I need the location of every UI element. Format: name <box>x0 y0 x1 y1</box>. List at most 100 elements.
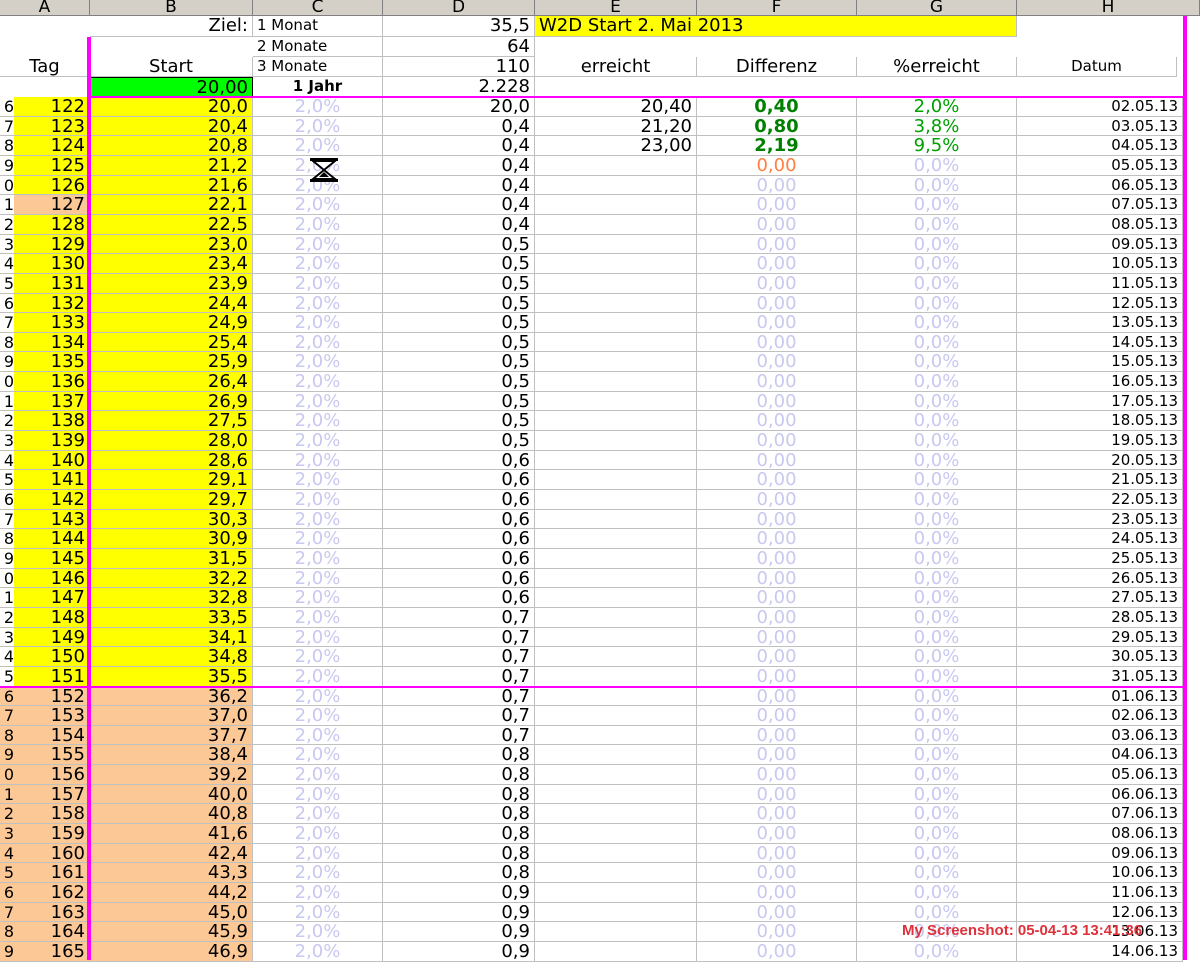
cell-date[interactable]: 24.05.13 <box>1017 529 1183 549</box>
row-number[interactable]: 5 <box>0 274 14 294</box>
cell-tag[interactable]: 156 <box>14 765 90 785</box>
cell-date[interactable]: 29.05.13 <box>1017 628 1183 647</box>
cell-g[interactable]: 0,0% <box>857 392 1017 411</box>
cell-pct[interactable]: 2,0% <box>253 274 383 294</box>
cell-e[interactable] <box>535 706 697 726</box>
cell-d[interactable]: 0,8 <box>383 804 535 824</box>
cell-g[interactable]: 0,0% <box>857 628 1017 647</box>
cell-d[interactable]: 0,5 <box>383 431 535 451</box>
cell-e[interactable] <box>535 667 697 687</box>
row-number[interactable]: 1 <box>0 195 14 215</box>
cell-date[interactable]: 23.05.13 <box>1017 510 1183 529</box>
cell-pct[interactable]: 2,0% <box>253 667 383 687</box>
cell-3-monate[interactable]: 3 Monate <box>253 57 383 77</box>
cell-f[interactable]: 0,00 <box>697 372 857 392</box>
cell-ziel-label[interactable]: Ziel: <box>90 16 253 37</box>
row-number[interactable]: 5 <box>0 470 14 490</box>
cell-tag[interactable]: 146 <box>14 569 90 588</box>
cell-tag[interactable]: 136 <box>14 372 90 392</box>
row-number[interactable]: 9 <box>0 549 14 569</box>
cell-f[interactable]: 0,00 <box>697 647 857 667</box>
cell-d[interactable]: 0,9 <box>383 883 535 903</box>
cell-pct[interactable]: 2,0% <box>253 451 383 470</box>
cell-e[interactable] <box>535 529 697 549</box>
cell-pct[interactable]: 2,0% <box>253 333 383 352</box>
cell-pct[interactable]: 2,0% <box>253 215 383 235</box>
row-number[interactable]: 9 <box>0 156 14 176</box>
cell-f[interactable]: 0,00 <box>697 706 857 726</box>
cell-tag[interactable]: 163 <box>14 903 90 922</box>
row-number[interactable]: 3 <box>0 824 14 844</box>
col-header-f[interactable]: F <box>697 0 857 16</box>
row-number[interactable]: 6 <box>0 294 14 313</box>
cell-date[interactable]: 08.06.13 <box>1017 824 1183 844</box>
cell-tag[interactable]: 158 <box>14 804 90 824</box>
cell-date[interactable]: 25.05.13 <box>1017 549 1183 569</box>
cell-d[interactable]: 0,4 <box>383 215 535 235</box>
cell-pct[interactable]: 2,0% <box>253 903 383 922</box>
cell-e[interactable] <box>535 235 697 254</box>
cell-g[interactable]: 0,0% <box>857 883 1017 903</box>
cell-start[interactable]: 20,0 <box>90 97 253 117</box>
cell-pct[interactable]: 2,0% <box>253 549 383 569</box>
cell-pct[interactable]: 2,0% <box>253 569 383 588</box>
cell-start[interactable]: 32,8 <box>90 588 253 608</box>
cell-f[interactable]: 0,00 <box>697 726 857 745</box>
cell-pct[interactable]: 2,0% <box>253 844 383 863</box>
cell-e[interactable] <box>535 549 697 569</box>
cell-pct[interactable]: 2,0% <box>253 608 383 628</box>
cell-e[interactable] <box>535 352 697 372</box>
cell-f[interactable]: 0,00 <box>697 470 857 490</box>
cell-f[interactable]: 0,00 <box>697 569 857 588</box>
cell-tag[interactable]: 134 <box>14 333 90 352</box>
cell-tag[interactable]: 164 <box>14 922 90 942</box>
cell-pct[interactable]: 2,0% <box>253 824 383 844</box>
cell-e[interactable] <box>535 569 697 588</box>
cell-date[interactable]: 07.05.13 <box>1017 195 1183 215</box>
cell-date[interactable]: 17.05.13 <box>1017 392 1183 411</box>
cell-d[interactable]: 0,6 <box>383 569 535 588</box>
row-number[interactable]: 4 <box>0 451 14 470</box>
cell-pct[interactable]: 2,0% <box>253 195 383 215</box>
cell-f[interactable]: 0,00 <box>697 883 857 903</box>
cell-d[interactable]: 0,4 <box>383 195 535 215</box>
cell-start[interactable]: 37,7 <box>90 726 253 745</box>
cell-e[interactable]: 21,20 <box>535 117 697 136</box>
row-number[interactable]: 2 <box>0 215 14 235</box>
cell-date[interactable]: 26.05.13 <box>1017 569 1183 588</box>
row-number[interactable]: 8 <box>0 136 14 156</box>
cell-f[interactable]: 0,00 <box>697 942 857 962</box>
cell-pct[interactable]: 2,0% <box>253 745 383 765</box>
row-number[interactable]: 0 <box>0 372 14 392</box>
cell-start[interactable]: 36,2 <box>90 687 253 706</box>
row-number[interactable]: 0 <box>0 569 14 588</box>
row-number[interactable]: 6 <box>0 883 14 903</box>
cell-g[interactable]: 0,0% <box>857 510 1017 529</box>
cell-g[interactable]: 0,0% <box>857 470 1017 490</box>
header-prozent-erreicht[interactable]: %erreicht <box>857 57 1017 77</box>
cell-e[interactable] <box>535 922 697 942</box>
cell-g[interactable]: 0,0% <box>857 844 1017 863</box>
cell-d[interactable]: 0,6 <box>383 510 535 529</box>
row-number[interactable]: 4 <box>0 844 14 863</box>
cell-tag[interactable]: 131 <box>14 274 90 294</box>
cell-e[interactable] <box>535 156 697 176</box>
cell-pct[interactable]: 2,0% <box>253 294 383 313</box>
cell-start[interactable]: 21,6 <box>90 176 253 195</box>
cell-ziel-1-jahr-value[interactable]: 2.228 <box>383 77 535 97</box>
cell-start[interactable]: 38,4 <box>90 745 253 765</box>
cell-g[interactable]: 0,0% <box>857 411 1017 431</box>
col-header-d[interactable]: D <box>383 0 535 16</box>
cell-start[interactable]: 25,9 <box>90 352 253 372</box>
cell-start[interactable]: 20,8 <box>90 136 253 156</box>
cell-date[interactable]: 19.05.13 <box>1017 431 1183 451</box>
cell-date[interactable]: 07.06.13 <box>1017 804 1183 824</box>
cell-date[interactable]: 11.05.13 <box>1017 274 1183 294</box>
cell-f[interactable]: 0,00 <box>697 156 857 176</box>
cell-e[interactable] <box>535 608 697 628</box>
cell-f[interactable]: 0,00 <box>697 863 857 883</box>
cell-start[interactable]: 26,4 <box>90 372 253 392</box>
cell-date[interactable]: 05.05.13 <box>1017 156 1183 176</box>
cell-e[interactable] <box>535 628 697 647</box>
cell-g[interactable]: 0,0% <box>857 294 1017 313</box>
